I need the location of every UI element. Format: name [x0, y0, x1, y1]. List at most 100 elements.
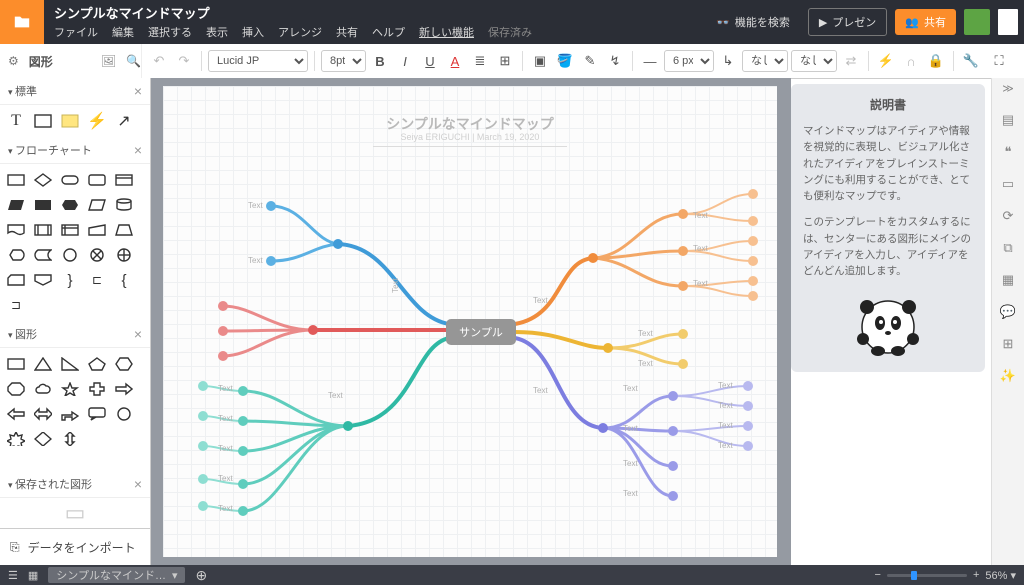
node-label[interactable]: Text: [638, 329, 653, 338]
magnet-icon[interactable]: ∩: [900, 50, 922, 72]
zoom-in-button[interactable]: +: [973, 569, 979, 581]
fc-predefined[interactable]: [31, 220, 55, 240]
node-dot[interactable]: [678, 359, 688, 369]
section-shapes[interactable]: ▾ 図形 ×: [0, 321, 150, 348]
node-label[interactable]: Text: [693, 244, 708, 253]
fc-diamond[interactable]: [31, 170, 55, 190]
arrow-shape[interactable]: ↗: [112, 111, 136, 131]
menu-insert[interactable]: 挿入: [242, 24, 264, 40]
document-title[interactable]: シンプルなマインドマップ: [54, 3, 696, 22]
node-dot[interactable]: [748, 189, 758, 199]
node-dot[interactable]: [198, 441, 208, 451]
section-saved[interactable]: ▾ 保存された図形 ×: [0, 471, 150, 498]
node-dot[interactable]: [748, 216, 758, 226]
fc-data-fill[interactable]: [4, 195, 28, 215]
fc-internal[interactable]: [58, 220, 82, 240]
node-dot[interactable]: [238, 446, 248, 456]
node-dot[interactable]: [748, 291, 758, 301]
fc-display[interactable]: [4, 245, 28, 265]
s-rtriangle[interactable]: [58, 354, 82, 374]
fc-cylinder[interactable]: [112, 195, 136, 215]
s-callout[interactable]: [85, 404, 109, 424]
rect-shape[interactable]: [31, 111, 55, 131]
align-button[interactable]: ≣: [469, 50, 491, 72]
swap-ends-button[interactable]: ⇄: [840, 50, 862, 72]
fc-brace-right[interactable]: {: [112, 270, 136, 290]
node-label[interactable]: Text: [391, 278, 400, 293]
fc-container[interactable]: [112, 170, 136, 190]
node-dot[interactable]: [678, 209, 688, 219]
s-rect[interactable]: [4, 354, 28, 374]
fill-color-button[interactable]: ▣: [529, 50, 551, 72]
node-dot[interactable]: [668, 461, 678, 471]
s-circle[interactable]: [112, 404, 136, 424]
node-label[interactable]: Text: [623, 384, 638, 393]
collapse-rail-button[interactable]: ≫: [1002, 82, 1014, 102]
rail-data-icon[interactable]: ▦: [996, 266, 1020, 294]
node-label[interactable]: Text: [218, 504, 233, 513]
node-dot[interactable]: [198, 411, 208, 421]
node-dot[interactable]: [218, 301, 228, 311]
fc-terminator[interactable]: [58, 170, 82, 190]
grid-view-icon[interactable]: ▦: [28, 569, 38, 582]
page[interactable]: シンプルなマインドマップ Seiya ERIGUCHI | March 19, …: [163, 86, 777, 557]
image-icon[interactable]: 🖼: [101, 54, 116, 68]
arrow-end-select[interactable]: なし ▾: [791, 50, 837, 72]
node-dot[interactable]: [333, 239, 343, 249]
wrench-icon[interactable]: 🔧: [960, 50, 982, 72]
zoom-out-button[interactable]: −: [875, 569, 881, 581]
s-larrow[interactable]: [4, 404, 28, 424]
rail-table-icon[interactable]: ⊞: [996, 330, 1020, 358]
note-shape[interactable]: [58, 111, 82, 131]
fc-data[interactable]: [85, 195, 109, 215]
fc-note2[interactable]: ⊐: [4, 295, 28, 315]
node-dot[interactable]: [668, 391, 678, 401]
fc-sum[interactable]: [85, 245, 109, 265]
flash-icon[interactable]: ⚡: [875, 50, 897, 72]
center-node[interactable]: サンプル: [446, 319, 516, 345]
s-cross[interactable]: [85, 379, 109, 399]
fc-hexagon-fill[interactable]: [58, 195, 82, 215]
node-dot[interactable]: [743, 441, 753, 451]
node-dot[interactable]: [308, 325, 318, 335]
s-lrarrow[interactable]: [31, 404, 55, 424]
node-dot[interactable]: [678, 246, 688, 256]
flash-shape[interactable]: ⚡: [85, 111, 109, 131]
node-dot[interactable]: [238, 386, 248, 396]
node-label[interactable]: Text: [623, 459, 638, 468]
user-avatar[interactable]: [964, 9, 990, 35]
import-data-button[interactable]: ⎘ データをインポート: [0, 528, 150, 565]
fc-manual-input[interactable]: [85, 220, 109, 240]
node-label[interactable]: Text: [248, 256, 263, 265]
rail-comment-icon[interactable]: ❝: [996, 138, 1020, 166]
node-label[interactable]: Text: [638, 359, 653, 368]
s-hexagon[interactable]: [112, 354, 136, 374]
thumbnail-preview[interactable]: [998, 9, 1018, 35]
node-dot[interactable]: [748, 236, 758, 246]
fc-offpage[interactable]: [31, 270, 55, 290]
s-triangle[interactable]: [31, 354, 55, 374]
node-label[interactable]: Text: [718, 401, 733, 410]
node-dot[interactable]: [343, 421, 353, 431]
redo-button[interactable]: ↷: [173, 50, 195, 72]
node-dot[interactable]: [238, 479, 248, 489]
node-dot[interactable]: [198, 381, 208, 391]
app-logo[interactable]: [0, 0, 44, 44]
undo-button[interactable]: ↶: [148, 50, 170, 72]
text-options-button[interactable]: ⊞: [494, 50, 516, 72]
menu-view[interactable]: 表示: [206, 24, 228, 40]
node-label[interactable]: Text: [248, 201, 263, 210]
text-shape[interactable]: T: [4, 111, 28, 131]
section-flowchart[interactable]: ▾ フローチャート ×: [0, 137, 150, 164]
page-tab[interactable]: シンプルなマインド…▾: [48, 567, 185, 583]
node-dot[interactable]: [678, 329, 688, 339]
node-dot[interactable]: [743, 421, 753, 431]
s-updown[interactable]: [58, 429, 82, 449]
node-dot[interactable]: [743, 381, 753, 391]
node-label[interactable]: Text: [693, 279, 708, 288]
fc-roundrect[interactable]: [85, 170, 109, 190]
rail-magic-icon[interactable]: ✨: [996, 362, 1020, 390]
node-dot[interactable]: [218, 351, 228, 361]
node-label[interactable]: Text: [693, 211, 708, 220]
fc-brace-left[interactable]: }: [58, 270, 82, 290]
